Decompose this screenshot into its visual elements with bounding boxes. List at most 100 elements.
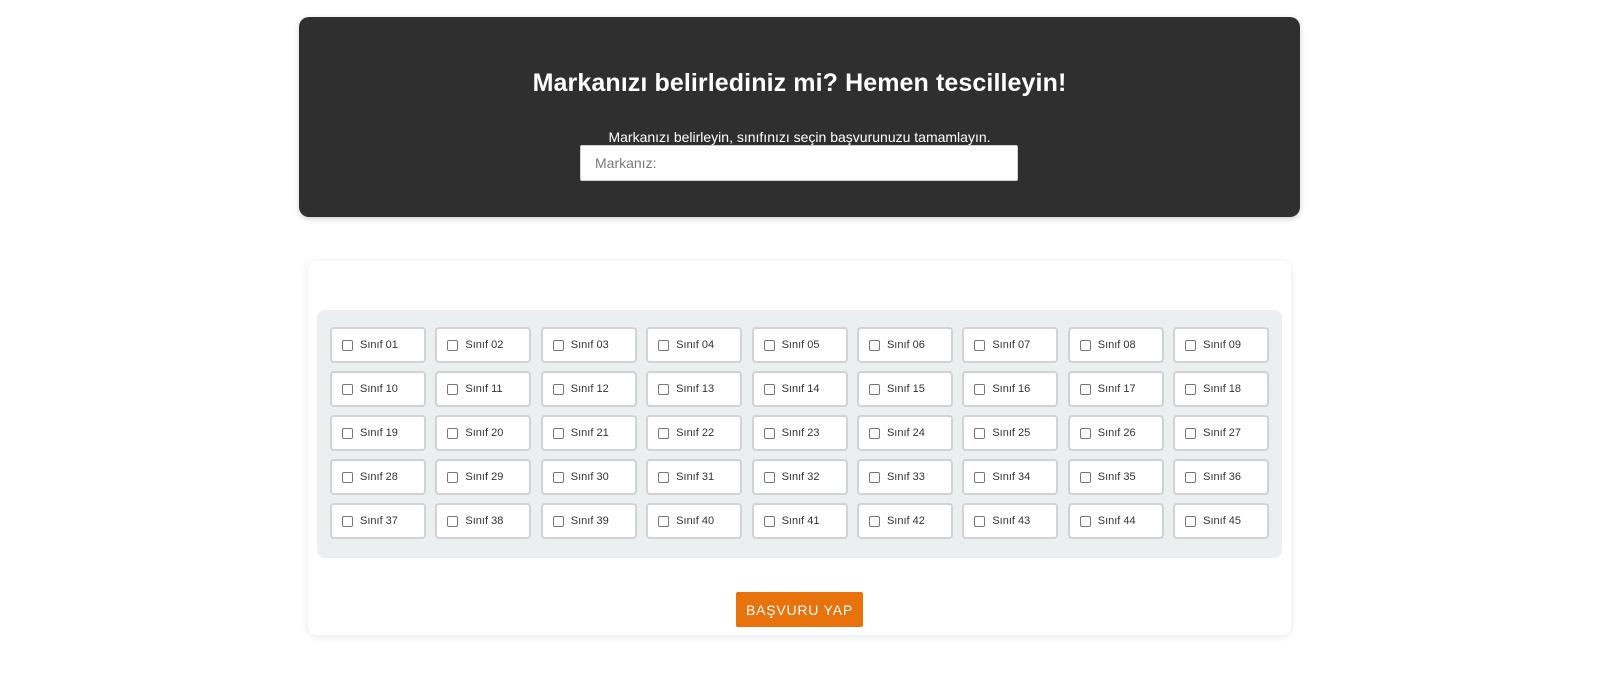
- class-option[interactable]: Sınıf 17: [1067, 371, 1164, 407]
- class-option[interactable]: Sınıf 42: [856, 503, 953, 539]
- checkbox[interactable]: [342, 383, 353, 395]
- class-option[interactable]: Sınıf 11: [435, 371, 532, 407]
- checkbox[interactable]: [974, 339, 986, 351]
- class-label: Sınıf 15: [886, 383, 925, 395]
- class-label: Sınıf 01: [360, 339, 398, 351]
- checkbox[interactable]: [1079, 339, 1091, 351]
- checkbox[interactable]: [868, 427, 880, 439]
- class-option[interactable]: Sınıf 27: [1173, 415, 1270, 451]
- checkbox[interactable]: [552, 427, 564, 439]
- checkbox[interactable]: [658, 471, 670, 483]
- class-label: Sınıf 13: [676, 383, 715, 395]
- checkbox[interactable]: [552, 515, 564, 527]
- checkbox[interactable]: [1079, 515, 1091, 527]
- checkbox[interactable]: [447, 471, 459, 483]
- class-option[interactable]: Sınıf 44: [1067, 503, 1164, 539]
- checkbox[interactable]: [342, 339, 353, 351]
- checkbox[interactable]: [1079, 471, 1091, 483]
- checkbox[interactable]: [868, 383, 880, 395]
- class-option[interactable]: Sınıf 26: [1067, 415, 1164, 451]
- checkbox[interactable]: [1185, 383, 1197, 395]
- checkbox[interactable]: [447, 339, 459, 351]
- checkbox[interactable]: [342, 471, 353, 483]
- class-option[interactable]: Sınıf 03: [540, 327, 637, 363]
- checkbox[interactable]: [974, 427, 986, 439]
- checkbox[interactable]: [447, 427, 459, 439]
- checkbox[interactable]: [552, 339, 564, 351]
- class-option[interactable]: Sınıf 32: [751, 459, 848, 495]
- class-option[interactable]: Sınıf 30: [540, 459, 637, 495]
- class-label: Sınıf 29: [465, 471, 504, 483]
- brand-name-input[interactable]: [580, 145, 1018, 181]
- class-option[interactable]: Sınıf 38: [435, 503, 532, 539]
- class-option[interactable]: Sınıf 06: [856, 327, 953, 363]
- class-option[interactable]: Sınıf 01: [330, 327, 426, 363]
- class-label: Sınıf 45: [1203, 515, 1242, 527]
- checkbox[interactable]: [658, 383, 670, 395]
- checkbox[interactable]: [1079, 383, 1091, 395]
- checkbox[interactable]: [447, 515, 459, 527]
- class-option[interactable]: Sınıf 41: [751, 503, 848, 539]
- checkbox[interactable]: [1185, 515, 1197, 527]
- class-option[interactable]: Sınıf 40: [646, 503, 743, 539]
- class-option[interactable]: Sınıf 20: [435, 415, 532, 451]
- checkbox[interactable]: [1079, 427, 1091, 439]
- class-option[interactable]: Sınıf 34: [962, 459, 1059, 495]
- checkbox[interactable]: [763, 339, 775, 351]
- class-option[interactable]: Sınıf 08: [1067, 327, 1164, 363]
- checkbox[interactable]: [868, 471, 880, 483]
- checkbox[interactable]: [552, 471, 564, 483]
- class-label: Sınıf 31: [676, 471, 715, 483]
- class-option[interactable]: Sınıf 29: [435, 459, 532, 495]
- checkbox[interactable]: [974, 471, 986, 483]
- checkbox[interactable]: [447, 383, 459, 395]
- class-option[interactable]: Sınıf 25: [962, 415, 1059, 451]
- checkbox[interactable]: [342, 427, 353, 439]
- class-option[interactable]: Sınıf 33: [856, 459, 953, 495]
- checkbox[interactable]: [974, 515, 986, 527]
- checkbox[interactable]: [868, 339, 880, 351]
- class-option[interactable]: Sınıf 05: [751, 327, 848, 363]
- checkbox[interactable]: [1185, 471, 1197, 483]
- class-option[interactable]: Sınıf 35: [1067, 459, 1164, 495]
- class-option[interactable]: Sınıf 39: [540, 503, 637, 539]
- class-label: Sınıf 20: [465, 427, 504, 439]
- class-option[interactable]: Sınıf 13: [646, 371, 743, 407]
- class-option[interactable]: Sınıf 36: [1173, 459, 1270, 495]
- class-option[interactable]: Sınıf 23: [751, 415, 848, 451]
- class-option[interactable]: Sınıf 43: [962, 503, 1059, 539]
- class-option[interactable]: Sınıf 07: [962, 327, 1059, 363]
- checkbox[interactable]: [658, 515, 670, 527]
- class-option[interactable]: Sınıf 45: [1173, 503, 1270, 539]
- checkbox[interactable]: [658, 339, 670, 351]
- class-option[interactable]: Sınıf 02: [435, 327, 532, 363]
- class-option[interactable]: Sınıf 22: [646, 415, 743, 451]
- class-option[interactable]: Sınıf 24: [856, 415, 953, 451]
- submit-application-button[interactable]: BAŞVURU YAP: [736, 592, 863, 627]
- checkbox[interactable]: [658, 427, 670, 439]
- class-option[interactable]: Sınıf 15: [856, 371, 953, 407]
- class-option[interactable]: Sınıf 21: [540, 415, 637, 451]
- checkbox[interactable]: [1185, 427, 1197, 439]
- class-option[interactable]: Sınıf 10: [330, 371, 426, 407]
- checkbox[interactable]: [763, 427, 775, 439]
- checkbox[interactable]: [868, 515, 880, 527]
- class-option[interactable]: Sınıf 04: [646, 327, 743, 363]
- checkbox[interactable]: [763, 515, 775, 527]
- class-option[interactable]: Sınıf 19: [330, 415, 426, 451]
- checkbox[interactable]: [763, 383, 775, 395]
- class-option[interactable]: Sınıf 31: [646, 459, 743, 495]
- class-option[interactable]: Sınıf 14: [751, 371, 848, 407]
- class-label: Sınıf 42: [886, 515, 925, 527]
- class-option[interactable]: Sınıf 16: [962, 371, 1059, 407]
- class-option[interactable]: Sınıf 37: [330, 503, 426, 539]
- class-option[interactable]: Sınıf 28: [330, 459, 426, 495]
- checkbox[interactable]: [763, 471, 775, 483]
- class-option[interactable]: Sınıf 12: [540, 371, 637, 407]
- class-option[interactable]: Sınıf 09: [1173, 327, 1270, 363]
- class-option[interactable]: Sınıf 18: [1173, 371, 1270, 407]
- checkbox[interactable]: [342, 515, 353, 527]
- checkbox[interactable]: [974, 383, 986, 395]
- checkbox[interactable]: [552, 383, 564, 395]
- checkbox[interactable]: [1185, 339, 1197, 351]
